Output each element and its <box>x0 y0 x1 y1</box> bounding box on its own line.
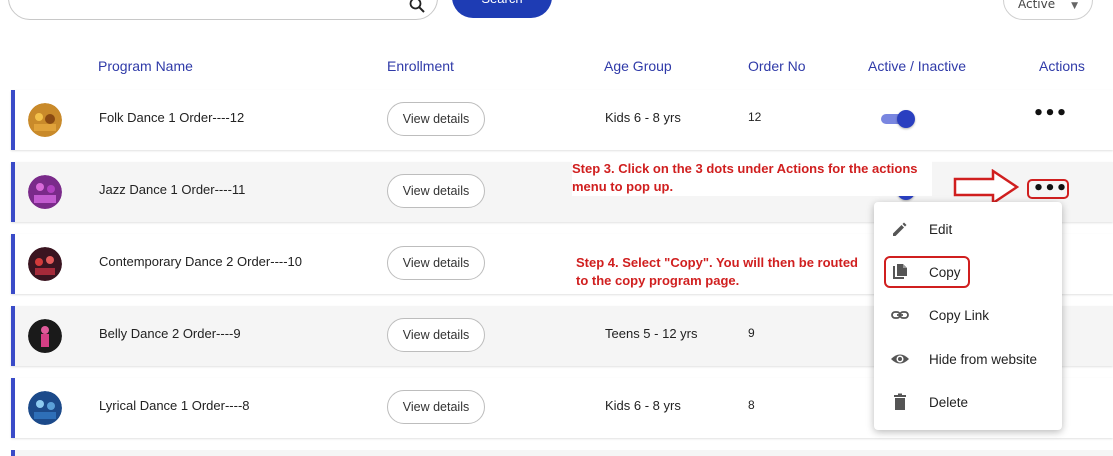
order-no: 12 <box>748 110 762 124</box>
search-icon <box>409 0 425 13</box>
program-name: Lyrical Dance 1 Order----8 <box>99 398 250 413</box>
eye-icon <box>891 354 909 364</box>
trash-icon <box>894 393 906 410</box>
pencil-icon <box>893 222 907 236</box>
arrow-right-icon <box>953 169 1019 205</box>
header-order-no: Order No <box>748 58 806 74</box>
link-icon <box>891 311 909 319</box>
header-active-inactive: Active / Inactive <box>868 58 967 74</box>
program-name: Jazz Dance 1 Order----11 <box>99 182 246 197</box>
order-no: 9 <box>748 326 755 340</box>
age-group: Teens 5 - 12 yrs <box>605 326 698 341</box>
age-group: Kids 6 - 8 yrs <box>605 398 681 413</box>
menu-item-label: Delete <box>929 394 969 410</box>
actions-menu: Edit Copy Copy Link Hide from website De… <box>874 202 1062 430</box>
search-button[interactable]: Search <box>452 0 552 18</box>
actions-highlight <box>1027 179 1069 199</box>
copy-highlight <box>884 256 970 288</box>
menu-item-label: Hide from website <box>929 351 1038 367</box>
program-name: Contemporary Dance 2 Order----10 <box>99 254 303 269</box>
program-thumbnail <box>28 391 62 425</box>
age-group: Kids 6 - 8 yrs <box>605 110 681 125</box>
header-program-name: Program Name <box>98 58 193 74</box>
status-filter-value: Active <box>1018 0 1056 11</box>
view-details-button[interactable]: View details <box>387 102 485 136</box>
view-details-button[interactable]: View details <box>387 390 485 424</box>
program-name: Folk Dance 1 Order----12 <box>99 110 245 125</box>
table-row: Folk Dance 1 Order----12 View details Ki… <box>11 90 1113 150</box>
menu-item-label: Edit <box>929 221 953 237</box>
order-no: 8 <box>748 398 755 412</box>
program-thumbnail <box>28 103 62 137</box>
program-thumbnail <box>28 319 62 353</box>
table-header: Program Name Enrollment Age Group Order … <box>0 58 1113 78</box>
active-toggle[interactable] <box>881 110 915 128</box>
header-actions: Actions <box>1039 58 1085 74</box>
menu-item-copy-link[interactable]: Copy Link <box>874 297 1062 333</box>
step4-annotation: Step 4. Select "Copy". You will then be … <box>576 254 866 290</box>
menu-item-delete[interactable]: Delete <box>874 384 1062 420</box>
program-name: Belly Dance 2 Order----9 <box>99 326 241 341</box>
more-actions-icon[interactable]: ••• <box>1033 104 1068 124</box>
program-thumbnail <box>28 175 62 209</box>
chevron-down-icon: ▼ <box>1071 1 1078 11</box>
search-input[interactable] <box>8 0 438 20</box>
view-details-button[interactable]: View details <box>387 318 485 352</box>
view-details-button[interactable]: View details <box>387 174 485 208</box>
header-enrollment: Enrollment <box>387 58 454 74</box>
menu-item-label: Copy Link <box>929 307 990 323</box>
step3-annotation: Step 3. Click on the 3 dots under Action… <box>572 160 932 196</box>
status-filter-select[interactable]: Active ▼ <box>1003 0 1093 20</box>
table-row <box>11 450 1113 456</box>
program-thumbnail <box>28 247 62 281</box>
header-age-group: Age Group <box>604 58 672 74</box>
menu-item-hide-from-website[interactable]: Hide from website <box>874 341 1062 377</box>
view-details-button[interactable]: View details <box>387 246 485 280</box>
menu-item-edit[interactable]: Edit <box>874 211 1062 247</box>
